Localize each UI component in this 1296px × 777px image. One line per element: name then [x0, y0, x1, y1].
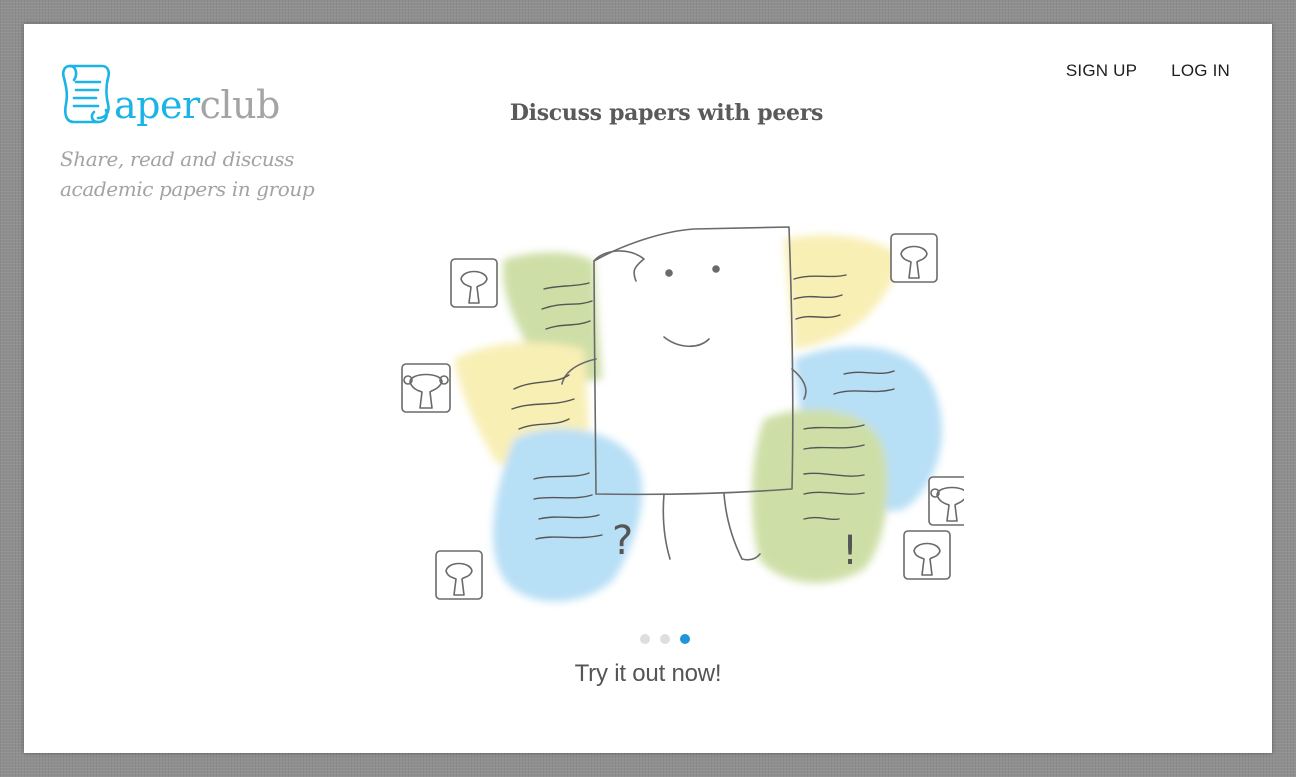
- avatar-icon-4: [890, 233, 938, 283]
- paper-with-comments-illustration: ? !: [401, 226, 964, 602]
- comment-blob-yellow-right: [784, 235, 904, 349]
- carousel-dot-1[interactable]: [640, 634, 650, 644]
- carousel-dot-2[interactable]: [660, 634, 670, 644]
- signup-link[interactable]: SIGN UP: [1066, 61, 1137, 81]
- carousel-indicators: [640, 634, 690, 644]
- comment-blob-green-right: [752, 409, 888, 583]
- hero-headline: Discuss papers with peers: [509, 100, 824, 126]
- avatar-icon-1: [450, 258, 498, 308]
- paper-left-leg: [662, 493, 671, 560]
- carousel-dot-3[interactable]: [680, 634, 690, 644]
- top-nav: SIGN UP LOG IN: [1066, 61, 1230, 81]
- avatar-icon-3: [435, 550, 483, 600]
- login-link[interactable]: LOG IN: [1171, 61, 1230, 81]
- paper-fold: [593, 250, 645, 282]
- try-it-out-link[interactable]: Try it out now!: [0, 660, 1296, 688]
- paper-smile: [663, 336, 710, 348]
- exclamation-mark-icon: !: [842, 528, 858, 574]
- tagline: Share, read and discuss academic papers …: [60, 147, 315, 201]
- avatar-icon-5: [928, 476, 964, 526]
- page-card: aperclub Share, read and discuss academi…: [24, 24, 1272, 753]
- question-mark-icon: ?: [612, 518, 633, 564]
- avatar-icon-2: [401, 363, 451, 413]
- avatar-icon-6: [903, 530, 951, 580]
- comment-blob-blue-left: [493, 428, 643, 602]
